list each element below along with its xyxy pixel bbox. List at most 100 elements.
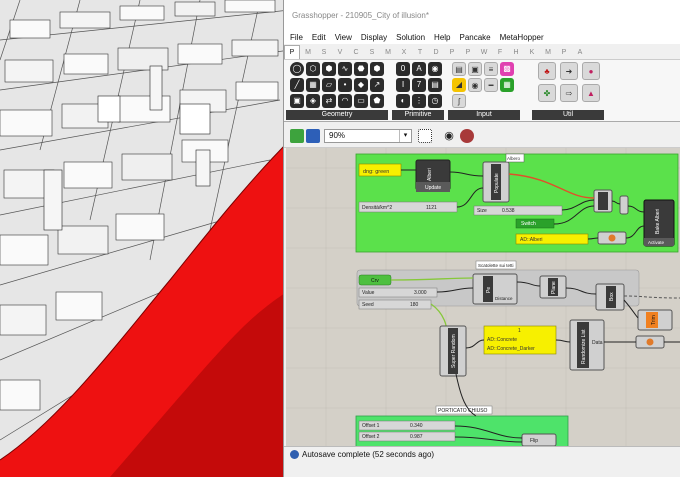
update-button-label: Update	[425, 185, 441, 191]
matrix-icon[interactable]: ▦	[500, 78, 514, 92]
transform-param-icon[interactable]: ⇄	[322, 94, 336, 108]
flask-icon[interactable]: ▲	[582, 84, 600, 102]
sketch-icon[interactable]	[418, 129, 432, 143]
viewport-scene	[0, 0, 290, 477]
panel-icon[interactable]: ◢	[452, 78, 466, 92]
tab-display[interactable]: D	[428, 49, 444, 56]
number-param-icon[interactable]: 0	[396, 62, 410, 76]
status-text: Autosave complete (52 seconds ago)	[302, 450, 435, 459]
mesh-param-icon[interactable]: ▦	[306, 78, 320, 92]
plane-param-icon[interactable]: ▱	[322, 78, 336, 92]
component-dispatch-core	[598, 192, 608, 210]
tab-transform[interactable]: T	[412, 49, 428, 56]
text-param-icon[interactable]: A	[412, 62, 426, 76]
component-randomize-data: Data	[592, 340, 603, 346]
toggle-icon[interactable]: ▤	[452, 62, 466, 76]
slider-offset-1-label: Offset 1	[362, 423, 380, 429]
colour-sphere-icon[interactable]: ●	[582, 62, 600, 80]
cherry-icon[interactable]: ♣	[538, 62, 556, 80]
value-list-icon[interactable]: ≡	[484, 62, 498, 76]
integer-param-icon[interactable]: Ⅰ	[396, 78, 410, 92]
screen: Grasshopper - 210905_City of illusion* F…	[0, 0, 680, 477]
data-param-icon[interactable]: ▤	[428, 78, 442, 92]
subd-param-icon[interactable]: ⬟	[370, 94, 384, 108]
tab-surface[interactable]: S	[364, 49, 380, 56]
menu-bar: File Edit View Display Solution Help Pan…	[284, 30, 680, 44]
menu-display[interactable]: Display	[361, 33, 387, 42]
surface-param-icon[interactable]: ◆	[354, 78, 368, 92]
menu-help[interactable]: Help	[434, 33, 450, 42]
tab-maths[interactable]: M	[300, 49, 316, 56]
tab-a[interactable]: A	[572, 49, 588, 56]
geometry-param-icon[interactable]: ⬢	[370, 62, 384, 76]
time-param-icon[interactable]: ◷	[428, 94, 442, 108]
curve-param-icon[interactable]: ∿	[338, 62, 352, 76]
rectangle-param-icon[interactable]: ▭	[354, 94, 368, 108]
tab-p3[interactable]: P	[556, 49, 572, 56]
tab-sets[interactable]: S	[316, 49, 332, 56]
cluster-icon[interactable]: ✤	[538, 84, 556, 102]
vector-param-icon[interactable]: ↗	[370, 78, 384, 92]
panel-dng-green-text: dng: green	[363, 169, 389, 175]
field-param-icon[interactable]: ⬣	[354, 62, 368, 76]
domain-param-icon[interactable]: 7	[412, 78, 426, 92]
open-file-icon[interactable]	[290, 129, 304, 143]
component-trim-label: Trim	[651, 315, 657, 325]
preview-eye-icon[interactable]: ◉	[442, 129, 456, 143]
point-param-icon[interactable]: •	[338, 78, 352, 92]
slider-size[interactable]	[473, 205, 563, 216]
tab-p2[interactable]: P	[460, 49, 476, 56]
component-merge[interactable]	[619, 195, 629, 215]
colour-param-icon[interactable]: ◐	[396, 94, 410, 108]
menu-solution[interactable]: Solution	[396, 33, 425, 42]
group-scatolette-title: Scatolette sui tetti	[478, 263, 514, 268]
line-param-icon[interactable]: ╱	[290, 78, 304, 92]
arc-param-icon[interactable]: ◠	[338, 94, 352, 108]
menu-view[interactable]: View	[335, 33, 352, 42]
arrow-right-icon[interactable]: ➜	[560, 62, 578, 80]
tab-mesh[interactable]: M	[380, 49, 396, 56]
tab-params[interactable]: P	[284, 45, 300, 59]
box-param-icon[interactable]: ⬡	[306, 62, 320, 76]
bake-icon[interactable]	[460, 129, 474, 143]
grasshopper-canvas[interactable]: dng: green Alberi Update Populate Albero…	[286, 148, 680, 446]
gradient-icon[interactable]: ▩	[500, 62, 514, 76]
tab-vector[interactable]: V	[332, 49, 348, 56]
slider-icon[interactable]: ━	[484, 78, 498, 92]
tab-k[interactable]: K	[524, 49, 540, 56]
boolean-param-icon[interactable]: ◉	[428, 62, 442, 76]
arrow-outline-icon[interactable]: ⇨	[560, 84, 578, 102]
save-file-icon[interactable]	[306, 129, 320, 143]
tab-p1[interactable]: P	[444, 49, 460, 56]
status-bar: Autosave complete (52 seconds ago)	[284, 446, 680, 462]
slider-offset-1-value: 0.340	[410, 423, 423, 429]
menu-file[interactable]: File	[290, 33, 303, 42]
tab-intersect[interactable]: X	[396, 49, 412, 56]
zoom-dropdown[interactable]: 90% ▾	[324, 129, 412, 143]
tab-w[interactable]: W	[476, 49, 492, 56]
tab-m[interactable]: M	[540, 49, 556, 56]
path-param-icon[interactable]: ⋮	[412, 94, 426, 108]
slider-density-value: 1121	[426, 205, 437, 211]
slider-seed-label: Seed	[362, 302, 374, 308]
ribbon-group-input: ▤ ▣ ≡ ▩ ◢ ◉ ━ ▦ ʃ Input	[448, 62, 520, 120]
group-param-icon[interactable]: ▣	[290, 94, 304, 108]
dial-icon[interactable]: ◉	[468, 78, 482, 92]
button-icon[interactable]: ▣	[468, 62, 482, 76]
tab-curve[interactable]: C	[348, 49, 364, 56]
circle-param-icon[interactable]: ◯	[290, 62, 304, 76]
menu-metahopper[interactable]: MetaHopper	[500, 33, 544, 42]
component-plane-label: Plane	[551, 281, 557, 294]
slider-density-label: Densità/km^2	[362, 205, 392, 211]
slider-value-label: Value	[362, 290, 375, 296]
component-flip[interactable]	[521, 433, 557, 446]
graph-icon[interactable]: ʃ	[452, 94, 466, 108]
brep-param-icon[interactable]: ⬢	[322, 62, 336, 76]
tab-h[interactable]: H	[508, 49, 524, 56]
rhino-viewport[interactable]	[0, 0, 290, 477]
component-super-random-label: Super Random	[451, 334, 457, 368]
menu-pancake[interactable]: Pancake	[460, 33, 491, 42]
tab-f[interactable]: F	[492, 49, 508, 56]
menu-edit[interactable]: Edit	[312, 33, 326, 42]
twisted-box-icon[interactable]: ◈	[306, 94, 320, 108]
